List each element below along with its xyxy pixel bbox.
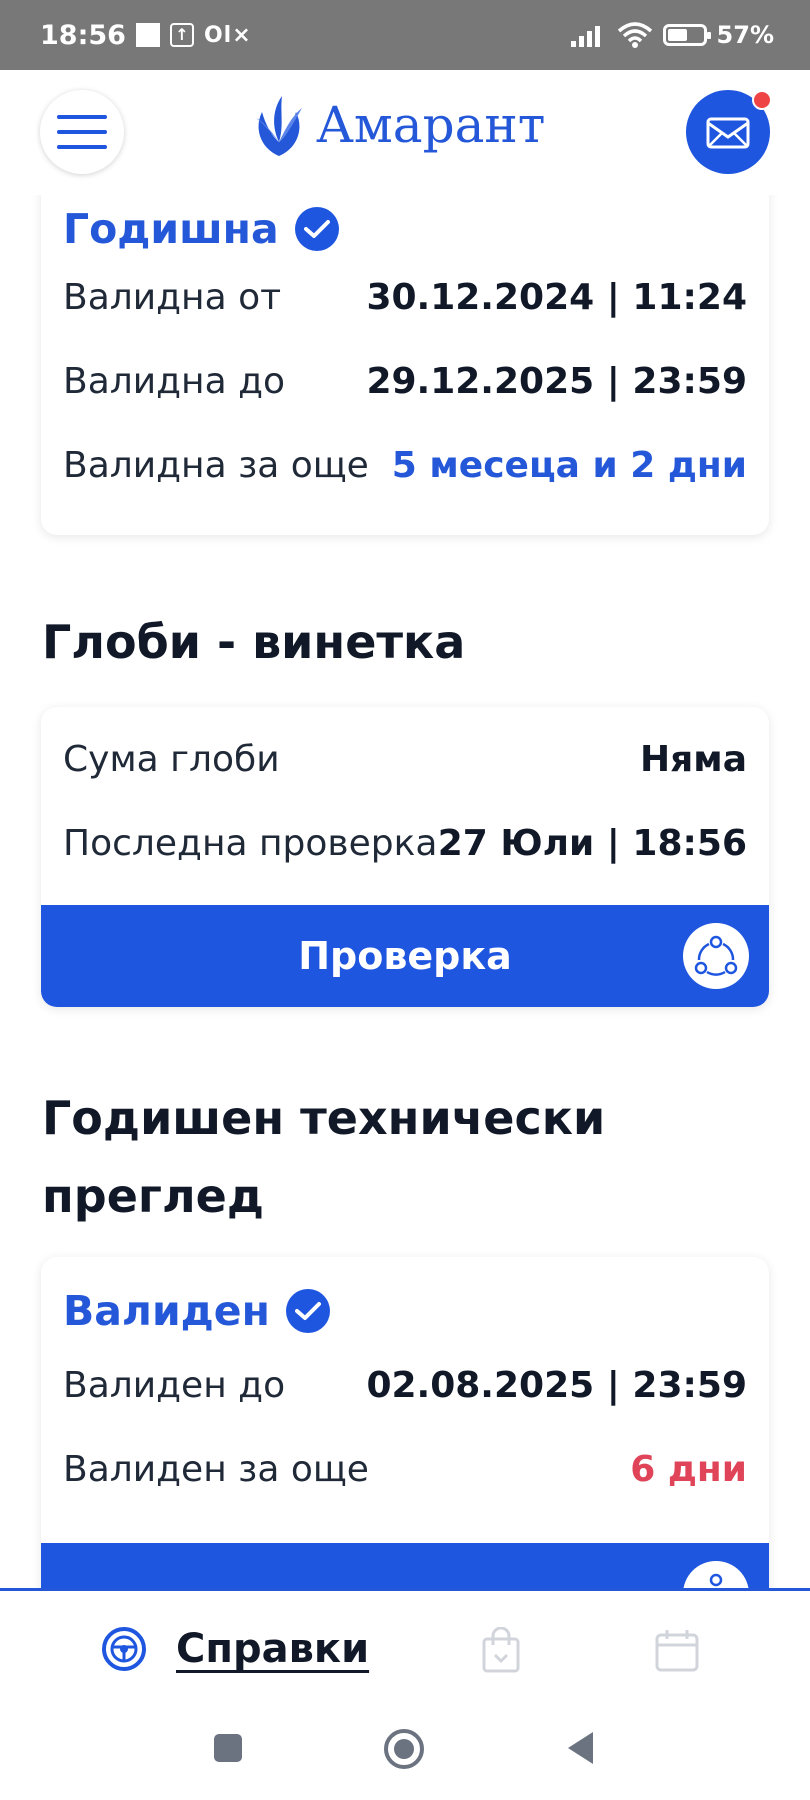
tab-inquiries-label: Справки (176, 1626, 370, 1672)
wifi-icon (617, 22, 652, 48)
row-value: 02.08.2025 | 23:59 (366, 1365, 747, 1406)
vignette-card: Годишна Валидна от 30.12.2024 | 11:24 Ва… (41, 195, 769, 535)
logo-text: Амарант (316, 96, 546, 154)
signal-icon (570, 26, 600, 47)
check-circle-icon (285, 1289, 330, 1333)
status-left: 18:56 ↑ Ol× (40, 20, 252, 51)
inspection-title-line2: преглед (42, 1169, 264, 1223)
inspection-title-line1: Годишен технически (42, 1091, 606, 1145)
back-triangle-icon (568, 1732, 593, 1764)
menu-button[interactable] (40, 90, 124, 174)
inspection-action-button[interactable] (41, 1543, 769, 1590)
tab-inquiries[interactable]: Справки (100, 1625, 369, 1673)
status-time: 18:56 (40, 19, 126, 51)
olx-notification-icon: Ol× (203, 22, 252, 48)
row-label: Последна проверка (63, 823, 438, 864)
inspection-status: Валиден (63, 1287, 330, 1335)
messages-button[interactable] (686, 90, 772, 174)
battery-percent: 57% (716, 21, 774, 49)
row-value: Няма (640, 739, 747, 780)
notification-square-icon (135, 23, 160, 47)
home-circle-icon (384, 1729, 424, 1769)
inspection-section-title: Годишен технически преглед (42, 1079, 605, 1235)
row-label: Сума глоби (63, 739, 280, 780)
battery-icon (662, 24, 711, 46)
vignette-remaining-row: Валидна за още 5 месеца и 2 дни (63, 445, 747, 486)
status-right: 57% (570, 21, 774, 49)
new-message-badge (752, 90, 772, 110)
home-button[interactable] (383, 1728, 425, 1774)
upload-notification-icon: ↑ (169, 23, 194, 47)
row-value: 5 месеца и 2 дни (391, 445, 747, 486)
check-fines-label: Проверка (298, 934, 512, 978)
tab-calendar[interactable] (654, 1627, 700, 1677)
row-value: 6 дни (630, 1449, 747, 1490)
vignette-status: Годишна (63, 205, 339, 253)
row-value: 27 Юли | 18:56 (437, 823, 747, 864)
fines-section-title: Глоби - винетка (42, 615, 466, 669)
vignette-valid-from-row: Валидна от 30.12.2024 | 11:24 (63, 277, 747, 318)
vignette-status-label: Годишна (63, 205, 279, 253)
vignette-valid-to-row: Валидна до 29.12.2025 | 23:59 (63, 361, 747, 402)
recent-apps-button[interactable] (212, 1732, 244, 1768)
share-icon[interactable] (683, 923, 749, 989)
main-content[interactable]: Годишна Валидна от 30.12.2024 | 11:24 Ва… (0, 195, 810, 1590)
steering-wheel-icon (102, 1627, 146, 1671)
inspection-valid-to-row: Валиден до 02.08.2025 | 23:59 (63, 1365, 747, 1406)
inspection-card: Валиден Валиден до 02.08.2025 | 23:59 Ва… (41, 1257, 769, 1590)
row-value: 30.12.2024 | 11:24 (366, 277, 747, 318)
row-label: Валиден до (63, 1365, 286, 1406)
check-circle-icon (294, 207, 339, 251)
tab-shop[interactable] (480, 1626, 522, 1677)
inspection-status-label: Валиден (63, 1287, 270, 1335)
fines-last-check-row: Последна проверка 27 Юли | 18:56 (63, 823, 747, 864)
system-status-bar: 18:56 ↑ Ol× 57% (0, 0, 810, 70)
back-button[interactable] (565, 1730, 597, 1770)
row-value: 29.12.2025 | 23:59 (366, 361, 747, 402)
shopping-bag-icon (482, 1626, 520, 1673)
fines-card: Сума глоби Няма Последна проверка 27 Юли… (41, 707, 769, 1007)
calendar-icon (655, 1630, 699, 1672)
square-icon (214, 1734, 242, 1762)
bottom-tab-bar: Справки (0, 1588, 810, 1708)
app-header: Амарант (0, 70, 810, 195)
app-logo: Амарант (250, 92, 545, 158)
system-nav-bar (0, 1708, 810, 1800)
row-label: Валидна до (63, 361, 286, 402)
row-label: Валиден за още (63, 1449, 369, 1490)
check-fines-button[interactable]: Проверка (41, 905, 769, 1007)
hamburger-menu-icon (57, 115, 107, 149)
row-label: Валидна от (63, 277, 282, 318)
fines-sum-row: Сума глоби Няма (63, 739, 747, 780)
amarant-flower-icon (256, 96, 302, 156)
row-label: Валидна за още (63, 445, 369, 486)
inspection-remaining-row: Валиден за още 6 дни (63, 1449, 747, 1490)
share-icon[interactable] (683, 1561, 749, 1590)
mail-icon (706, 117, 750, 149)
